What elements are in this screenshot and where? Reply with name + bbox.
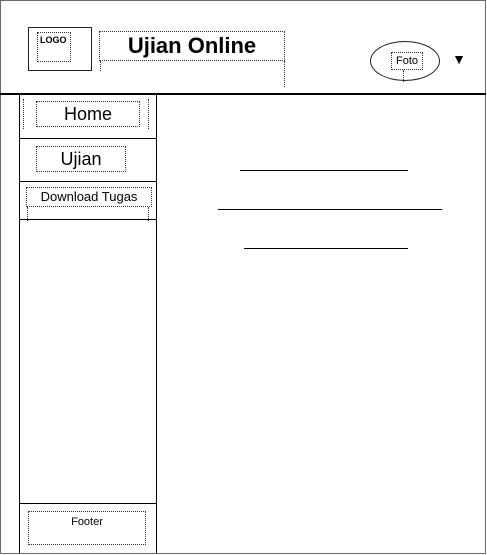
profile-photo-label: Foto bbox=[391, 52, 423, 70]
page-title: Ujian Online bbox=[99, 31, 285, 61]
content-line bbox=[240, 170, 408, 171]
sidebar-item-download-tugas[interactable]: Download Tugas bbox=[26, 187, 152, 207]
content-line bbox=[218, 209, 442, 210]
sidebar-item-home[interactable]: Home bbox=[36, 101, 140, 127]
app-title-area: Ujian Online bbox=[99, 31, 285, 89]
header: LOGO Ujian Online Foto ▼ bbox=[1, 1, 485, 94]
home-marker-right bbox=[148, 99, 149, 129]
footer-divider bbox=[20, 503, 156, 504]
footer: Footer bbox=[28, 511, 146, 545]
nav-divider bbox=[20, 138, 156, 139]
photo-marker bbox=[403, 70, 404, 82]
home-marker-left bbox=[23, 99, 24, 129]
logo-box[interactable]: LOGO bbox=[28, 27, 92, 71]
sidebar-item-ujian[interactable]: Ujian bbox=[36, 146, 126, 172]
caret-down-icon[interactable]: ▼ bbox=[452, 49, 466, 69]
logo: LOGO bbox=[37, 32, 71, 62]
profile-photo-button[interactable]: Foto bbox=[370, 41, 440, 82]
nav-divider bbox=[20, 181, 156, 182]
nav-divider bbox=[20, 219, 156, 220]
content-line bbox=[244, 248, 408, 249]
title-marker-left bbox=[100, 61, 101, 71]
title-marker-right bbox=[284, 61, 285, 87]
sidebar: Home Ujian Download Tugas Footer bbox=[19, 95, 157, 553]
